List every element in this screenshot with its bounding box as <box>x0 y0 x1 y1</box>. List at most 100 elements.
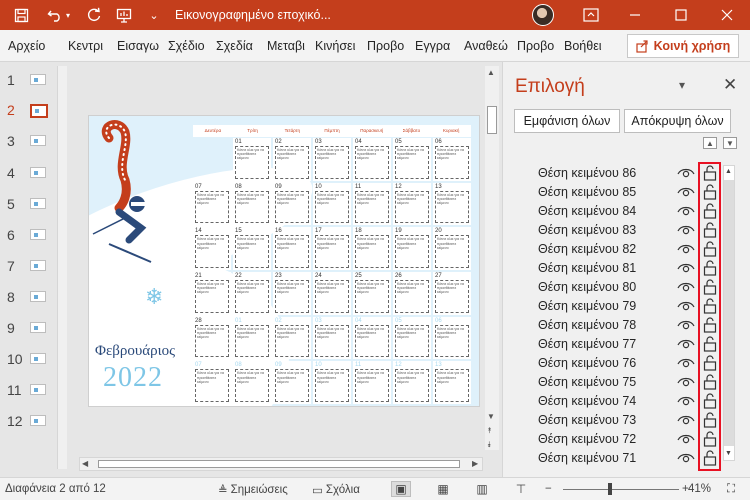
zoom-slider[interactable] <box>563 489 679 490</box>
ribbon-display-icon[interactable] <box>568 0 614 30</box>
year-title[interactable]: 2022 <box>103 362 163 394</box>
eye-icon[interactable] <box>677 298 695 314</box>
hide-all-button[interactable]: Απόκρυψη όλων <box>624 109 731 133</box>
pane-options-icon[interactable]: ▾ <box>679 78 685 92</box>
calendar-day-cell[interactable]: 22 Κάντε κλικ για να προσθέσετε κείμενο <box>233 272 271 315</box>
text-placeholder[interactable]: Κάντε κλικ για να προσθέσετε κείμενο <box>435 324 469 358</box>
text-placeholder[interactable]: Κάντε κλικ για να προσθέσετε κείμενο <box>395 190 429 224</box>
text-placeholder[interactable]: Κάντε κλικ για να προσθέσετε κείμενο <box>355 369 389 402</box>
tab-draw[interactable]: Σχεδία <box>216 39 258 53</box>
eye-icon[interactable] <box>677 203 695 219</box>
slide-thumbnail[interactable] <box>30 415 46 426</box>
text-placeholder[interactable]: Κάντε κλικ για να προσθέσετε κείμενο <box>235 190 269 224</box>
calendar-day-cell[interactable]: 02 Κάντε κλικ για να προσθέσετε κείμενο <box>273 316 311 360</box>
notes-button[interactable]: ≜ Σημειώσεις <box>218 483 288 497</box>
calendar-day-cell[interactable]: 17 Κάντε κλικ για να προσθέσετε κείμενο <box>313 227 351 270</box>
eye-icon[interactable] <box>677 279 695 295</box>
calendar-day-cell[interactable]: 26 Κάντε κλικ για να προσθέσετε κείμενο <box>393 272 431 315</box>
tab-review[interactable]: Αναθεώ <box>464 39 510 53</box>
text-placeholder[interactable]: Κάντε κλικ για να προσθέσετε κείμενο <box>315 146 349 179</box>
eye-icon[interactable] <box>677 241 695 257</box>
slide-thumbnail[interactable] <box>30 198 46 209</box>
text-placeholder[interactable]: Κάντε κλικ για να προσθέσετε κείμενο <box>355 190 389 224</box>
text-placeholder[interactable]: Κάντε κλικ για να προσθέσετε κείμενο <box>275 280 309 313</box>
send-backward-icon[interactable]: ▼ <box>723 137 737 149</box>
scroll-down-icon[interactable]: ▼ <box>725 450 732 457</box>
calendar-day-cell[interactable]: 02 Κάντε κλικ για να προσθέσετε κείμενο <box>273 138 311 181</box>
item-label[interactable]: Θέση κειμένου 80 <box>538 280 636 294</box>
scroll-thumb[interactable] <box>487 106 497 134</box>
minimize-icon[interactable] <box>612 0 658 30</box>
tab-record[interactable]: Εγγρα <box>415 39 455 53</box>
tab-help[interactable]: Βοήθει <box>564 39 610 53</box>
eye-icon[interactable] <box>677 184 695 200</box>
redo-icon[interactable] <box>83 4 105 26</box>
fit-slide-icon[interactable]: ⛶ <box>727 483 735 496</box>
text-placeholder[interactable]: Κάντε κλικ για να προσθέσετε κείμενο <box>355 280 389 313</box>
item-label[interactable]: Θέση κειμένου 78 <box>538 318 636 332</box>
text-placeholder[interactable]: Κάντε κλικ για να προσθέσετε κείμενο <box>195 235 229 268</box>
avatar[interactable] <box>532 4 554 26</box>
item-label[interactable]: Θέση κειμένου 71 <box>538 451 636 465</box>
eye-icon[interactable] <box>677 431 695 447</box>
item-label[interactable]: Θέση κειμένου 73 <box>538 413 636 427</box>
calendar-day-cell[interactable]: 15 Κάντε κλικ για να προσθέσετε κείμενο <box>233 227 271 270</box>
calendar-day-cell[interactable]: 01 Κάντε κλικ για να προσθέσετε κείμενο <box>233 316 271 360</box>
tab-home[interactable]: Κεντρι <box>68 39 110 53</box>
eye-icon[interactable] <box>677 317 695 333</box>
calendar-day-cell[interactable]: 04 Κάντε κλικ για να προσθέσετε κείμενο <box>353 316 391 360</box>
scroll-up-icon[interactable]: ▲ <box>725 168 732 175</box>
calendar-day-cell[interactable]: 05 Κάντε κλικ για να προσθέσετε κείμενο <box>393 138 431 181</box>
calendar-day-cell[interactable]: 08 Κάντε κλικ για να προσθέσετε κείμενο <box>233 361 271 404</box>
text-placeholder[interactable]: Κάντε κλικ για να προσθέσετε κείμενο <box>315 324 349 358</box>
text-placeholder[interactable]: Κάντε κλικ για να προσθέσετε κείμενο <box>355 324 389 358</box>
eye-icon[interactable] <box>677 355 695 371</box>
item-label[interactable]: Θέση κειμένου 83 <box>538 223 636 237</box>
text-placeholder[interactable]: Κάντε κλικ για να προσθέσετε κείμενο <box>275 190 309 224</box>
calendar-day-cell[interactable]: 06 Κάντε κλικ για να προσθέσετε κείμενο <box>433 138 471 181</box>
text-placeholder[interactable]: Κάντε κλικ για να προσθέσετε κείμενο <box>395 280 429 313</box>
save-icon[interactable] <box>10 4 32 26</box>
text-placeholder[interactable]: Κάντε κλικ για να προσθέσετε κείμενο <box>275 235 309 268</box>
scroll-down-icon[interactable]: ▼ <box>487 412 495 421</box>
calendar-day-cell[interactable]: 21 Κάντε κλικ για να προσθέσετε κείμενο <box>193 272 231 315</box>
reading-view-icon[interactable]: ▥ <box>472 481 492 497</box>
text-placeholder[interactable]: Κάντε κλικ για να προσθέσετε κείμενο <box>235 280 269 313</box>
next-slide-icon[interactable]: ⯯ <box>487 440 492 450</box>
calendar-day-cell[interactable]: 11 Κάντε κλικ για να προσθέσετε κείμενο <box>353 361 391 404</box>
calendar-day-cell[interactable]: 07 Κάντε κλικ για να προσθέσετε κείμενο <box>193 182 231 226</box>
slide-thumbnail[interactable] <box>30 167 46 178</box>
item-label[interactable]: Θέση κειμένου 82 <box>538 242 636 256</box>
calendar-day-cell[interactable]: 10 Κάντε κλικ για να προσθέσετε κείμενο <box>313 182 351 226</box>
eye-icon[interactable] <box>677 374 695 390</box>
scroll-thumb[interactable] <box>98 460 460 468</box>
present-icon[interactable] <box>113 4 135 26</box>
calendar-day-cell[interactable]: 19 Κάντε κλικ για να προσθέσετε κείμενο <box>393 227 431 270</box>
text-placeholder[interactable]: Κάντε κλικ για να προσθέσετε κείμενο <box>395 369 429 402</box>
text-placeholder[interactable]: Κάντε κλικ για να προσθέσετε κείμενο <box>195 369 229 402</box>
calendar-day-cell[interactable]: 27 Κάντε κλικ για να προσθέσετε κείμενο <box>433 272 471 315</box>
tab-transitions[interactable]: Μεταβι <box>267 39 309 53</box>
slide-thumbnail[interactable] <box>30 353 46 364</box>
text-placeholder[interactable]: Κάντε κλικ για να προσθέσετε κείμενο <box>315 369 349 402</box>
slide-thumbnail[interactable] <box>30 104 48 118</box>
item-label[interactable]: Θέση κειμένου 81 <box>538 261 636 275</box>
tab-insert[interactable]: Εισαγω <box>117 39 161 53</box>
close-icon[interactable] <box>704 0 750 30</box>
slide-thumbnail[interactable] <box>30 260 46 271</box>
calendar-day-cell[interactable]: 28 Κάντε κλικ για να προσθέσετε κείμενο <box>193 316 231 360</box>
slide-thumbnail[interactable] <box>30 322 46 333</box>
maximize-icon[interactable] <box>658 0 704 30</box>
text-placeholder[interactable]: Κάντε κλικ για να προσθέσετε κείμενο <box>435 369 469 402</box>
text-placeholder[interactable]: Κάντε κλικ για να προσθέσετε κείμενο <box>235 146 269 179</box>
calendar-day-cell[interactable]: 03 Κάντε κλικ για να προσθέσετε κείμενο <box>313 316 351 360</box>
text-placeholder[interactable]: Κάντε κλικ για να προσθέσετε κείμενο <box>435 146 469 179</box>
calendar-day-cell[interactable]: 23 Κάντε κλικ για να προσθέσετε κείμενο <box>273 272 311 315</box>
previous-slide-icon[interactable]: ⯭ <box>487 426 492 436</box>
tab-design[interactable]: Σχέδιο <box>168 39 209 53</box>
item-label[interactable]: Θέση κειμένου 74 <box>538 394 636 408</box>
text-placeholder[interactable]: Κάντε κλικ για να προσθέσετε κείμενο <box>435 190 469 224</box>
tab-file[interactable]: Αρχείο <box>8 39 54 53</box>
editor-vertical-scrollbar[interactable]: ▲ ▼ ⯭ ⯯ <box>485 66 499 450</box>
text-placeholder[interactable]: Κάντε κλικ για να προσθέσετε κείμενο <box>395 146 429 179</box>
